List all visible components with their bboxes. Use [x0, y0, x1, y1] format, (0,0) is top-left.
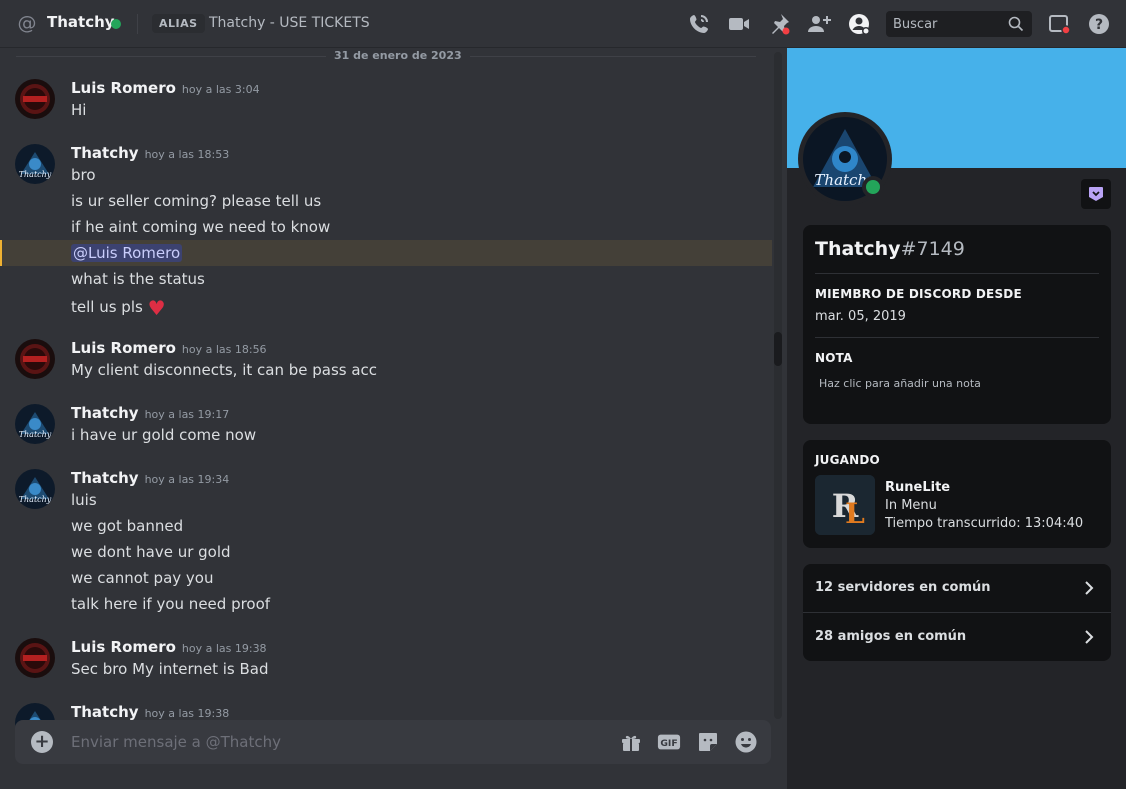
- note-input[interactable]: Haz clic para añadir una nota: [819, 377, 981, 390]
- message-text: Hi: [71, 101, 87, 119]
- call-icon[interactable]: [687, 12, 711, 36]
- svg-text:Thatchy: Thatchy: [19, 430, 52, 439]
- attach-plus-icon[interactable]: +: [31, 731, 53, 753]
- alias-text: Thatchy - USE TICKETS: [209, 15, 370, 31]
- chat-scrollbar[interactable]: [774, 52, 782, 719]
- message-author[interactable]: Thatchy hoy a las 18:53: [71, 144, 229, 162]
- message-text: if he aint coming we need to know: [71, 218, 331, 236]
- member-since-title: MIEMBRO DE DISCORD DESDE: [815, 287, 1022, 301]
- message-group: Thatchy Thatchy hoy a las 19:17 i have ur…: [0, 401, 772, 453]
- message-text: Sec bro My internet is Bad: [71, 660, 269, 678]
- avatar[interactable]: [15, 79, 55, 119]
- message-timestamp: hoy a las 18:53: [144, 148, 230, 161]
- search-input[interactable]: [886, 11, 1006, 37]
- user-mention[interactable]: @Luis Romero: [71, 244, 183, 262]
- gift-icon[interactable]: [619, 730, 643, 754]
- chevron-right-icon: [1079, 578, 1099, 598]
- message-timestamp: hoy a las 18:56: [181, 343, 267, 356]
- chat-area: 31 de enero de 2023 Luis Romero hoy a las…: [0, 48, 787, 789]
- message-author[interactable]: Thatchy hoy a las 19:38: [71, 703, 229, 721]
- svg-text:?: ?: [1095, 17, 1103, 33]
- message-text: is ur seller coming? please tell us: [71, 192, 322, 210]
- nitro-badge-icon[interactable]: [1081, 179, 1111, 209]
- chevron-right-icon: [1079, 627, 1099, 647]
- message-author[interactable]: Luis Romero hoy a las 3:04: [71, 79, 260, 97]
- add-friend-icon[interactable]: [807, 12, 831, 36]
- message-text: @Luis Romero: [71, 244, 183, 262]
- svg-text:Thatchy: Thatchy: [19, 170, 52, 179]
- search-box[interactable]: [886, 11, 1032, 37]
- avatar[interactable]: Thatchy: [15, 404, 55, 444]
- note-title: NOTA: [815, 351, 853, 365]
- profile-username[interactable]: Thatchy#7149: [815, 238, 965, 260]
- avatar[interactable]: [15, 638, 55, 678]
- alias-badge: ALIAS: [152, 14, 205, 33]
- message-group: Luis Romero hoy a las 18:56 My client dis…: [0, 336, 772, 388]
- help-icon[interactable]: ?: [1087, 12, 1111, 36]
- card-divider: [815, 337, 1099, 338]
- avatar[interactable]: [15, 339, 55, 379]
- message-author[interactable]: Thatchy hoy a las 19:17: [71, 404, 229, 422]
- message-text: bro: [71, 166, 96, 184]
- svg-text:L: L: [845, 497, 865, 530]
- message-author[interactable]: Thatchy hoy a las 19:34: [71, 469, 229, 487]
- message-timestamp: hoy a las 19:38: [144, 707, 230, 720]
- message-text: what is the status: [71, 270, 205, 288]
- message-text: we cannot pay you: [71, 569, 214, 587]
- profile-info-card: Thatchy#7149 MIEMBRO DE DISCORD DESDE ma…: [803, 225, 1111, 424]
- search-icon: [1008, 16, 1024, 32]
- message-group: Thatchy Thatchy hoy a las 18:53 bro is ur…: [0, 141, 772, 321]
- header-divider: [137, 14, 138, 34]
- message-text: My client disconnects, it can be pass ac…: [71, 361, 378, 379]
- message-timestamp: hoy a las 19:34: [144, 473, 230, 486]
- message-text: we got banned: [71, 517, 184, 535]
- date-divider-label: 31 de enero de 2023: [326, 49, 470, 62]
- inbox-icon[interactable]: [1047, 12, 1071, 36]
- emoji-icon[interactable]: [734, 730, 758, 754]
- message-composer: + GIF: [15, 720, 771, 764]
- avatar[interactable]: Thatchy: [15, 469, 55, 509]
- message-author[interactable]: Luis Romero hoy a las 19:38: [71, 638, 267, 656]
- avatar[interactable]: Thatchy: [15, 144, 55, 184]
- message-input[interactable]: [71, 720, 591, 764]
- game-elapsed: Tiempo transcurrido: 13:04:40: [885, 516, 1084, 531]
- top-header: @ Thatchy ALIAS Thatchy - USE TICKETS ?: [0, 0, 1126, 48]
- online-status-dot: [111, 19, 121, 29]
- user-profile-panel: Thatchy Thatchy#7149 MIEMBRO DE DISCORD …: [787, 48, 1126, 789]
- message-text: we dont have ur gold: [71, 543, 231, 561]
- message-text: luis: [71, 491, 97, 509]
- message-author[interactable]: Luis Romero hoy a las 18:56: [71, 339, 267, 357]
- scrollbar-thumb[interactable]: [774, 332, 782, 366]
- message-group: Thatchy Thatchy hoy a las 19:34 luis we g…: [0, 466, 772, 622]
- game-name: RuneLite: [885, 480, 951, 495]
- playing-title: JUGANDO: [815, 453, 880, 467]
- runelite-game-icon: RL: [815, 475, 875, 535]
- message-group: Luis Romero hoy a las 19:38 Sec bro My in…: [0, 635, 772, 687]
- message-timestamp: hoy a las 19:17: [144, 408, 230, 421]
- video-icon[interactable]: [727, 12, 751, 36]
- member-since-date: mar. 05, 2019: [815, 309, 906, 324]
- gif-icon[interactable]: GIF: [657, 730, 683, 754]
- activity-card: JUGANDO RL RuneLite In Menu Tiempo trans…: [803, 440, 1111, 548]
- sticker-icon[interactable]: [696, 730, 720, 754]
- message-text: talk here if you need proof: [71, 595, 271, 613]
- profile-online-status: [862, 176, 884, 198]
- heart-emoji-icon[interactable]: ♥: [148, 296, 166, 320]
- message-timestamp: hoy a las 19:38: [181, 642, 267, 655]
- message-group: Luis Romero hoy a las 3:04 Hi: [0, 76, 772, 128]
- mutual-servers-row[interactable]: 12 servidores en común: [803, 564, 1111, 612]
- pin-icon[interactable]: [767, 12, 791, 36]
- gif-label: GIF: [660, 738, 677, 749]
- card-divider: [815, 273, 1099, 274]
- mutuals-card: 12 servidores en común 28 amigos en comú…: [803, 564, 1111, 661]
- mutual-friends-row[interactable]: 28 amigos en común: [803, 613, 1111, 661]
- profile-icon[interactable]: [847, 12, 871, 36]
- dm-recipient-name[interactable]: Thatchy: [47, 13, 115, 31]
- game-state: In Menu: [885, 498, 937, 513]
- message-text: i have ur gold come now: [71, 426, 257, 444]
- message-text: tell us pls ♥: [71, 296, 166, 320]
- at-icon: @: [17, 12, 37, 34]
- message-timestamp: hoy a las 3:04: [181, 83, 260, 96]
- svg-text:Thatchy: Thatchy: [19, 495, 52, 504]
